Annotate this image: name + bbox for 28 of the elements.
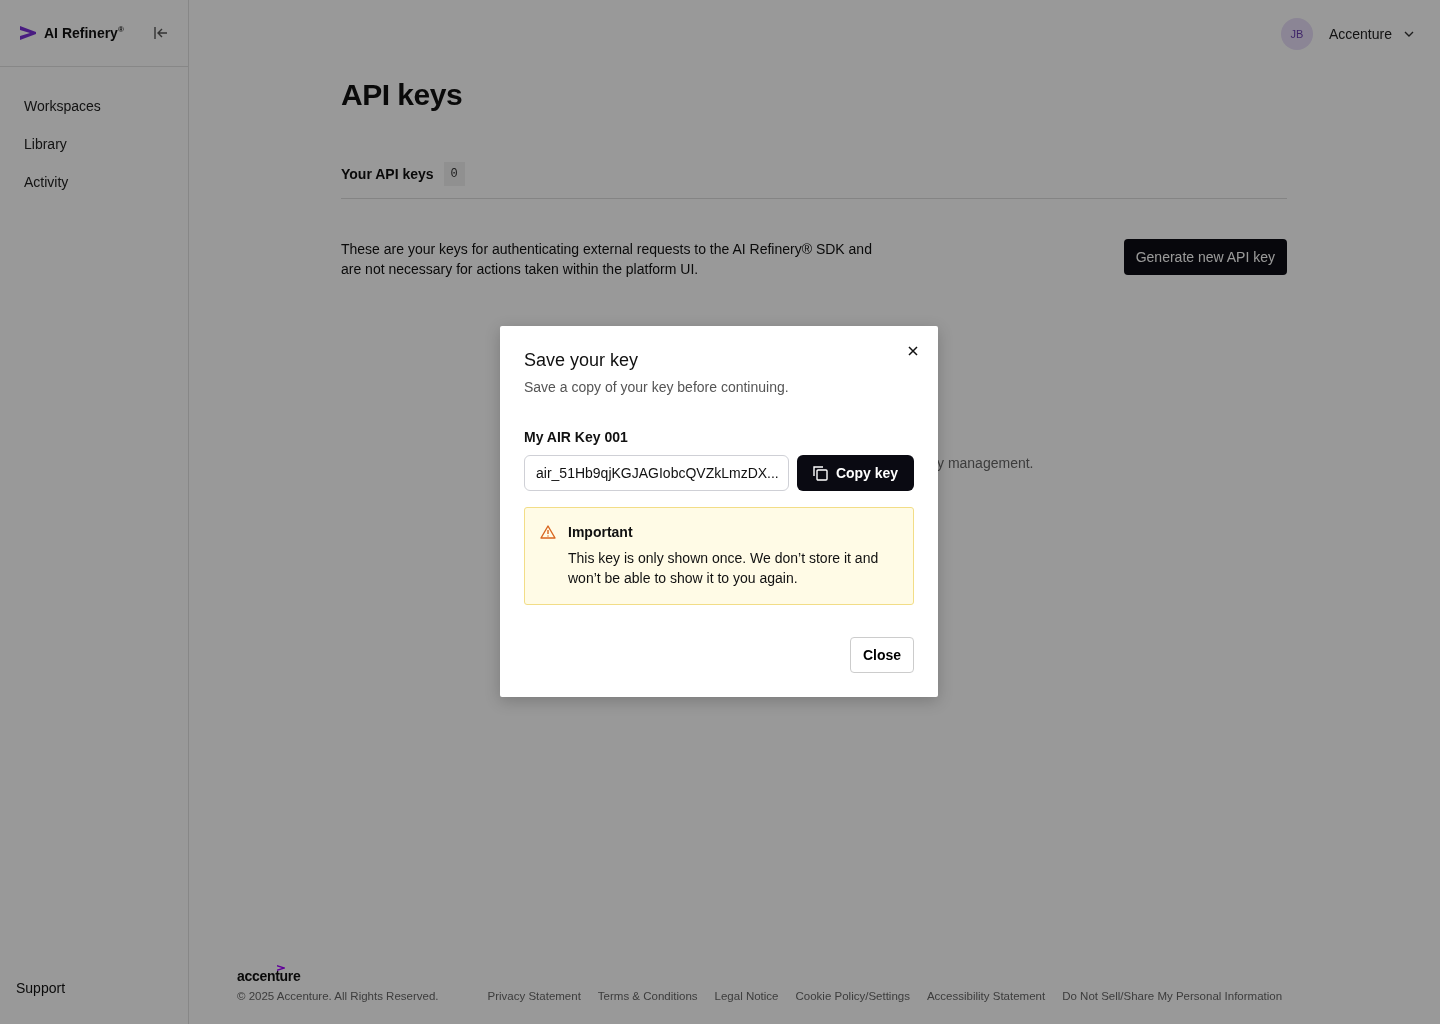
key-name-label: My AIR Key 001 [524,429,629,445]
account-menu[interactable]: Accenture [1328,25,1414,42]
footer-link[interactable]: Legal Notice [714,990,779,1002]
generate-key-button[interactable]: Generate new API key [1123,239,1287,275]
support-link[interactable]: Support [0,980,66,1024]
nav-item[interactable]: Activity [24,163,69,201]
nav-item[interactable]: Library [24,125,67,163]
copy-key-button[interactable]: Copy key [797,455,914,491]
tab[interactable]: Your API keys 0 [341,162,465,186]
copyright-text: © 2025 Accenture. All Rights Reserved. [237,990,439,1002]
notice-text: This key is only shown once. We don’t store it and won’t be able to show it to you again. [568,549,880,588]
footer-link[interactable]: Cookie Policy/Settings [795,990,910,1002]
notice-title: Important [568,523,634,542]
api-key-field[interactable]: air_51Hb9qjKGJAGIobcQVZkLmzDX... [524,455,789,491]
app-name: AI Refinery$^{®}$ [44,25,124,41]
company-logo: accenture [237,968,301,984]
dialog-subtitle: Save a copy of your key before continuing. [524,379,790,395]
dialog-title: Save your key [524,350,640,371]
description-text: These are your keys for authenticating external requests to the AI Refinery® SDK and are not necessary for actions taken within the platform UI. [341,240,873,279]
footer-link[interactable]: Terms & Conditions [597,990,698,1002]
page-title: API keys [341,78,464,112]
footer-link[interactable]: Do Not Sell/Share My Personal Information [1062,990,1283,1002]
count-badge: 0 [443,162,465,186]
nav-item[interactable]: Workspaces [24,87,101,125]
footer-link[interactable]: Accessibility Statement [926,990,1046,1002]
footer-link[interactable]: Privacy Statement [487,990,581,1002]
avatar[interactable]: JB [1280,17,1313,50]
close-button[interactable]: Close [849,637,914,673]
